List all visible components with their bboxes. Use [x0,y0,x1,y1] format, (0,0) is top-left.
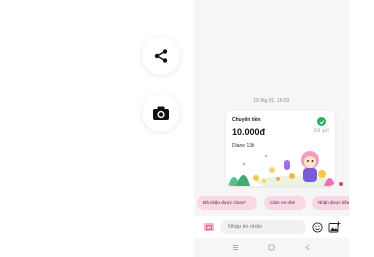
share-button[interactable] [142,37,180,75]
camera-icon [153,106,169,120]
chat-panel: 15 thg 01, 16:52 Chuyển tiền 10.000đ Dia… [194,0,349,257]
menu-icon [233,245,238,250]
camera-button[interactable] [142,94,180,132]
quick-reply-bar: Đã nhận được chưa? Cảm ơn nhé Nhận được … [196,196,349,210]
home-icon [268,244,275,251]
message-input[interactable] [220,220,306,234]
message-timestamp: 15 thg 01, 16:52 [253,98,290,104]
message-composer [194,216,349,238]
transfer-title: Chuyển tiền [232,117,261,123]
celebration-illustration [228,151,335,186]
emoji-icon[interactable] [312,222,323,233]
share-icon [154,49,168,63]
money-transfer-card[interactable]: Chuyển tiền 10.000đ Diane 13k Đã gửi [226,111,335,186]
image-add-icon[interactable] [328,221,341,233]
back-icon [305,244,310,251]
check-icon [317,117,326,126]
home-button[interactable] [266,242,277,253]
system-nav-bar [194,238,349,257]
screen: 15 thg 01, 16:52 Chuyển tiền 10.000đ Dia… [0,0,374,257]
gift-tag-icon[interactable] [204,223,214,231]
reaction-badge[interactable] [338,181,344,187]
back-button[interactable] [302,242,313,253]
transfer-status: Đã gửi [313,128,329,134]
quick-reply-chip[interactable]: Đã nhận được chưa? [197,196,257,210]
quick-reply-chip[interactable]: Nhận được tiền [312,196,349,210]
transfer-amount: 10.000đ [232,127,266,137]
quick-reply-chip[interactable]: Cảm ơn nhé [264,196,306,210]
menu-button[interactable] [230,242,241,253]
